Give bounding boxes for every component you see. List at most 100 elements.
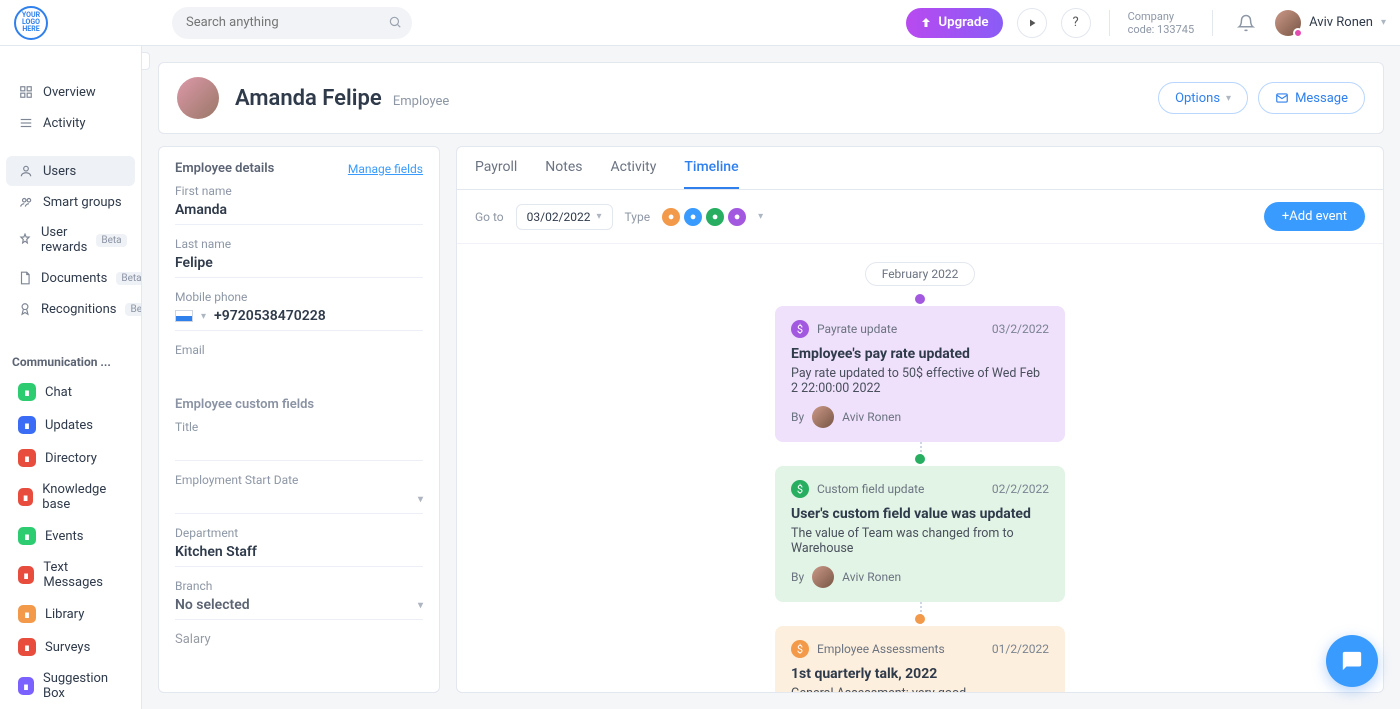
tab-activity[interactable]: Activity — [611, 159, 657, 189]
type-chip-3[interactable]: ● — [728, 208, 746, 226]
help-icon[interactable]: ? — [1061, 8, 1091, 38]
type-chip-1[interactable]: ● — [684, 208, 702, 226]
groups-icon — [18, 194, 34, 210]
upgrade-label: Upgrade — [938, 15, 988, 30]
goto-date-picker[interactable]: 03/02/2022▾ — [516, 204, 613, 230]
custom-fields-title: Employee custom fields — [175, 397, 423, 412]
field-last-name[interactable]: Last name Felipe — [175, 237, 423, 278]
search-input[interactable] — [172, 7, 412, 39]
avatar — [1275, 10, 1301, 36]
page-header: Amanda Felipe Employee Options▾ Message — [158, 62, 1384, 134]
users-icon — [18, 163, 34, 179]
play-icon[interactable] — [1017, 8, 1047, 38]
type-chip-0[interactable]: ● — [662, 208, 680, 226]
sidebar: OverviewActivity UsersSmart groupsUser r… — [0, 46, 142, 709]
options-button[interactable]: Options▾ — [1158, 82, 1248, 114]
sidebar-item-users[interactable]: Users — [6, 156, 135, 186]
field-title[interactable]: Title — [175, 420, 423, 461]
field-mobile[interactable]: Mobile phone ▾ +9720538470228 — [175, 290, 423, 331]
sidebar-item-chat[interactable]: ∎Chat — [6, 376, 135, 408]
event-title: Employee's pay rate updated — [791, 346, 1049, 362]
sidebar-item-updates[interactable]: ∎Updates — [6, 409, 135, 441]
tab-notes[interactable]: Notes — [545, 159, 582, 189]
sidebar-item-user-rewards[interactable]: User rewardsBeta — [6, 218, 135, 262]
sidebar-item-directory[interactable]: ∎Directory — [6, 442, 135, 474]
event-card[interactable]: $ Payrate update 03/2/2022 Employee's pa… — [775, 306, 1065, 442]
field-start-date[interactable]: Employment Start Date ▾ — [175, 473, 423, 514]
event-description: Pay rate updated to 50$ effective of Wed… — [791, 366, 1049, 396]
type-chip-2[interactable]: ● — [706, 208, 724, 226]
field-department[interactable]: Department Kitchen Staff — [175, 526, 423, 567]
manage-fields-link[interactable]: Manage fields — [348, 162, 423, 176]
sidebar-collapse[interactable]: ‹ — [142, 52, 150, 70]
sidebar-item-documents[interactable]: DocumentsBeta — [6, 263, 135, 293]
sidebar-item-library[interactable]: ∎Library — [6, 598, 135, 630]
event-card[interactable]: $ Employee Assessments 01/2/2022 1st qua… — [775, 626, 1065, 692]
rewards-icon — [18, 232, 32, 248]
timeline: February 2022 $ Payrate update 03/2/2022… — [457, 244, 1383, 692]
event-dot — [915, 294, 925, 304]
sidebar-item-suggestion-box[interactable]: ∎Suggestion Box — [6, 664, 135, 708]
sidebar-item-surveys[interactable]: ∎Surveys — [6, 631, 135, 663]
tab-timeline[interactable]: Timeline — [684, 159, 738, 189]
page-subtitle: Employee — [393, 94, 449, 109]
sidebar-item-recognitions[interactable]: RecognitionsBeta — [6, 294, 135, 324]
company-code: Company code: 133745 — [1128, 10, 1195, 36]
event-dot — [915, 614, 925, 624]
field-salary-label: Salary — [175, 632, 423, 647]
timeline-event: $ Custom field update 02/2/2022 User's c… — [775, 466, 1065, 602]
avatar — [812, 406, 834, 428]
timeline-month: February 2022 — [865, 262, 976, 286]
recog-icon — [18, 301, 32, 317]
event-card[interactable]: $ Custom field update 02/2/2022 User's c… — [775, 466, 1065, 602]
sidebar-item-events[interactable]: ∎Events — [6, 520, 135, 552]
docs-icon — [18, 270, 32, 286]
goto-label: Go to — [475, 210, 504, 224]
sidebar-item-knowledge-base[interactable]: ∎Knowledge base — [6, 475, 135, 519]
timeline-toolbar: Go to 03/02/2022▾ Type ●●●● ▾ +Add event — [457, 190, 1383, 244]
activity-icon — [18, 115, 34, 131]
field-branch[interactable]: Branch No selected▾ — [175, 579, 423, 620]
type-label: Type — [625, 210, 651, 224]
page-title: Amanda Felipe — [235, 86, 382, 111]
avatar — [812, 566, 834, 588]
type-filter[interactable]: ●●●● — [662, 208, 746, 226]
timeline-event: $ Payrate update 03/2/2022 Employee's pa… — [775, 306, 1065, 442]
message-button[interactable]: Message — [1258, 82, 1365, 114]
employee-avatar — [177, 77, 219, 119]
event-tag: Custom field update — [817, 482, 924, 496]
timeline-event: $ Employee Assessments 01/2/2022 1st qua… — [775, 626, 1065, 692]
event-title: 1st quarterly talk, 2022 — [791, 666, 1049, 682]
event-author: By Aviv Ronen — [791, 566, 1049, 588]
sidebar-item-activity[interactable]: Activity — [6, 108, 135, 138]
flag-icon — [175, 310, 193, 322]
search-box — [172, 7, 412, 39]
event-description: The value of Team was changed from to Wa… — [791, 526, 1049, 556]
sidebar-section-communication: Communication ... — [0, 341, 141, 375]
event-tag-icon: $ — [791, 640, 809, 658]
bell-icon[interactable] — [1231, 8, 1261, 38]
field-email[interactable]: Email — [175, 343, 423, 383]
divider — [1212, 10, 1213, 36]
field-first-name[interactable]: First name Amanda — [175, 184, 423, 225]
timeline-panel: Payroll Notes Activity Timeline Go to 03… — [456, 146, 1384, 693]
add-event-button[interactable]: +Add event — [1264, 202, 1365, 231]
chat-fab[interactable] — [1326, 635, 1378, 687]
event-dot — [915, 454, 925, 464]
tab-payroll[interactable]: Payroll — [475, 159, 517, 189]
chevron-down-icon: ▾ — [1381, 17, 1386, 28]
event-tag-icon: $ — [791, 480, 809, 498]
type-filter-chevron[interactable]: ▾ — [758, 211, 763, 222]
search-icon — [388, 15, 402, 29]
event-date: 02/2/2022 — [992, 482, 1049, 496]
event-title: User's custom field value was updated — [791, 506, 1049, 522]
event-tag: Payrate update — [817, 322, 897, 336]
sidebar-item-text-messages[interactable]: ∎Text Messages — [6, 553, 135, 597]
sidebar-item-overview[interactable]: Overview — [6, 77, 135, 107]
upgrade-button[interactable]: Upgrade — [906, 8, 1002, 38]
event-description: General Assessment: very good — [791, 686, 1049, 692]
event-date: 03/2/2022 — [992, 322, 1049, 336]
topbar: YOURLOGOHERE Upgrade ? Company code: 133… — [0, 0, 1400, 46]
current-user[interactable]: Aviv Ronen ▾ — [1275, 10, 1386, 36]
sidebar-item-smart-groups[interactable]: Smart groups — [6, 187, 135, 217]
